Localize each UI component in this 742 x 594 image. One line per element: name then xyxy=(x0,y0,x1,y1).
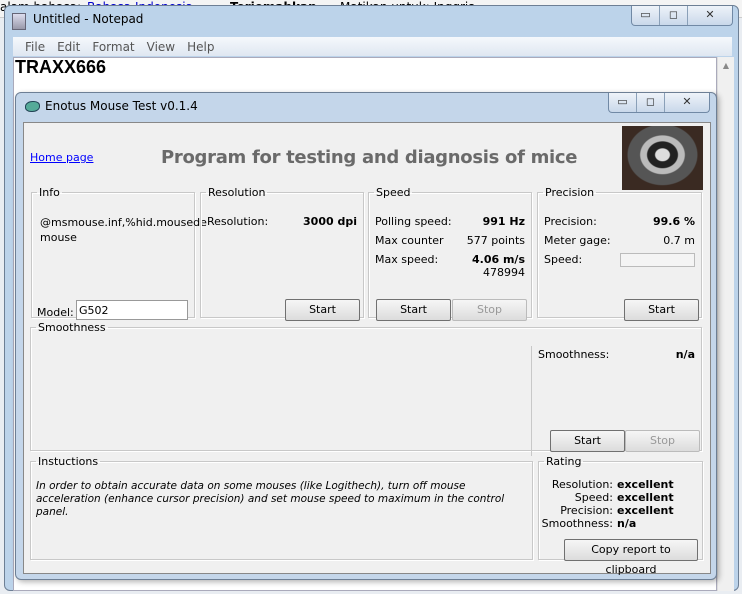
scroll-up-icon[interactable]: ▲ xyxy=(718,61,734,70)
menu-file[interactable]: File xyxy=(19,37,51,56)
meter-label: Meter gage: xyxy=(544,234,611,247)
max-speed-row: Max speed: 4.06 m/s xyxy=(375,253,525,266)
info-group: Info @msmouse.inf,%hid.mousede mouse Mode… xyxy=(31,186,207,320)
precision-speed-label: Speed: xyxy=(544,253,583,266)
instructions-group: Instuctions In order to obtain accurate … xyxy=(30,455,533,560)
meter-row: Meter gage: 0.7 m xyxy=(544,234,695,247)
rating-list: Resolution: excellent Speed: excellent Pre… xyxy=(539,478,699,530)
rating-value: excellent xyxy=(617,504,674,517)
mouse-test-window: Enotus Mouse Test v0.1.4 ▭ ◻ ✕ Home page… xyxy=(15,92,717,580)
speed-start-button[interactable]: Start xyxy=(376,299,451,321)
client-area: Home page Program for testing and diagno… xyxy=(23,122,711,576)
rating-row: Resolution: excellent xyxy=(539,478,699,491)
rating-group: Rating Resolution: excellent Speed: excell… xyxy=(538,455,703,576)
instructions-text: In order to obtain accurate data on some… xyxy=(36,480,505,518)
notepad-content: TRAXX666 xyxy=(15,57,107,77)
max-raw-row: 478994 xyxy=(375,266,525,279)
rating-value: excellent xyxy=(617,478,674,491)
window-caption-buttons: ▭ ◻ ✕ xyxy=(608,93,710,113)
notepad-caption-buttons: ▭ ◻ ✕ xyxy=(631,6,733,26)
divider xyxy=(531,346,532,456)
model-input[interactable] xyxy=(76,300,188,320)
close-button[interactable]: ✕ xyxy=(665,93,709,112)
mouse-app-icon xyxy=(25,101,40,112)
device-info: @msmouse.inf,%hid.mousede mouse xyxy=(40,215,207,245)
precision-group: Precision Precision: 99.6 % Meter gage: 0.… xyxy=(537,186,702,321)
resolution-group: Resolution Resolution: 3000 dpi Start xyxy=(200,186,364,321)
rating-row: Speed: excellent xyxy=(539,491,699,504)
rating-value: excellent xyxy=(617,491,674,504)
meter-value: 0.7 m xyxy=(663,234,695,247)
maximize-button[interactable]: ◻ xyxy=(660,6,688,25)
menu-edit[interactable]: Edit xyxy=(51,37,86,56)
rating-row: Smoothness: n/a xyxy=(539,517,699,530)
counter-label: Max counter xyxy=(375,234,444,247)
precision-row: Precision: 99.6 % xyxy=(544,215,695,228)
info-legend: Info xyxy=(39,186,60,199)
rating-label: Precision: xyxy=(560,504,613,517)
counter-value: 577 points xyxy=(466,234,525,247)
resolution-start-button[interactable]: Start xyxy=(285,299,360,321)
max-speed-raw: 478994 xyxy=(483,266,525,279)
precision-label: Precision: xyxy=(544,215,597,228)
smoothness-group: Smoothness Smoothness: n/a Start Stop xyxy=(30,321,702,456)
window-title: Enotus Mouse Test v0.1.4 xyxy=(45,99,198,113)
max-speed-value: 4.06 m/s xyxy=(472,253,525,266)
menu-format[interactable]: Format xyxy=(86,37,140,56)
resolution-legend: Resolution xyxy=(208,186,266,199)
minimize-button[interactable]: ▭ xyxy=(632,6,660,25)
vertical-scrollbar[interactable]: ▲ xyxy=(717,57,734,591)
smoothness-legend: Smoothness xyxy=(38,321,106,334)
rating-label: Speed: xyxy=(574,491,613,504)
counter-row: Max counter 577 points xyxy=(375,234,525,247)
smoothness-row: Smoothness: n/a xyxy=(538,348,695,361)
speed-legend: Speed xyxy=(376,186,411,199)
resolution-value: 3000 dpi xyxy=(303,215,357,228)
maximize-button[interactable]: ◻ xyxy=(637,93,665,112)
device-line: mouse xyxy=(40,231,77,244)
precision-value: 99.6 % xyxy=(653,215,695,228)
resolution-label: Resolution: xyxy=(207,215,269,228)
polling-label: Polling speed: xyxy=(375,215,452,228)
notepad-title: Untitled - Notepad xyxy=(33,12,144,26)
raccoon-image xyxy=(622,126,703,190)
precision-legend: Precision xyxy=(545,186,595,199)
model-label: Model: xyxy=(37,306,74,319)
rating-row: Precision: excellent xyxy=(539,504,699,517)
menu-view[interactable]: View xyxy=(141,37,181,56)
page-heading: Program for testing and diagnosis of mic… xyxy=(161,147,578,168)
resolution-row: Resolution: 3000 dpi xyxy=(207,215,357,228)
home-page-link[interactable]: Home page xyxy=(30,151,93,164)
speed-group: Speed Polling speed: 991 Hz Max counter 57… xyxy=(368,186,532,321)
minimize-button[interactable]: ▭ xyxy=(609,93,637,112)
smoothness-start-button[interactable]: Start xyxy=(550,430,625,452)
menu-help[interactable]: Help xyxy=(181,37,220,56)
smoothness-stop-button[interactable]: Stop xyxy=(625,430,700,452)
copy-report-button[interactable]: Copy report to clipboard xyxy=(564,539,698,576)
device-line: @msmouse.inf,%hid.mousede xyxy=(40,216,207,229)
rating-legend: Rating xyxy=(546,455,582,468)
polling-row: Polling speed: 991 Hz xyxy=(375,215,525,228)
rating-value: n/a xyxy=(617,517,637,530)
notepad-icon xyxy=(12,13,26,30)
rating-label: Smoothness: xyxy=(541,517,613,530)
polling-value: 991 Hz xyxy=(482,215,525,228)
smoothness-label: Smoothness: xyxy=(538,348,610,361)
smoothness-graph-area xyxy=(31,340,531,455)
close-button[interactable]: ✕ xyxy=(688,6,732,25)
rating-label: Resolution: xyxy=(551,478,613,491)
speed-progress-bar xyxy=(620,253,695,267)
speed-stop-button[interactable]: Stop xyxy=(452,299,527,321)
precision-speed-row: Speed: xyxy=(544,253,695,267)
smoothness-value: n/a xyxy=(675,348,695,361)
instructions-legend: Instuctions xyxy=(38,455,99,468)
precision-start-button[interactable]: Start xyxy=(624,299,699,321)
menu-bar: File Edit Format View Help xyxy=(13,37,732,56)
max-speed-label: Max speed: xyxy=(375,253,439,266)
